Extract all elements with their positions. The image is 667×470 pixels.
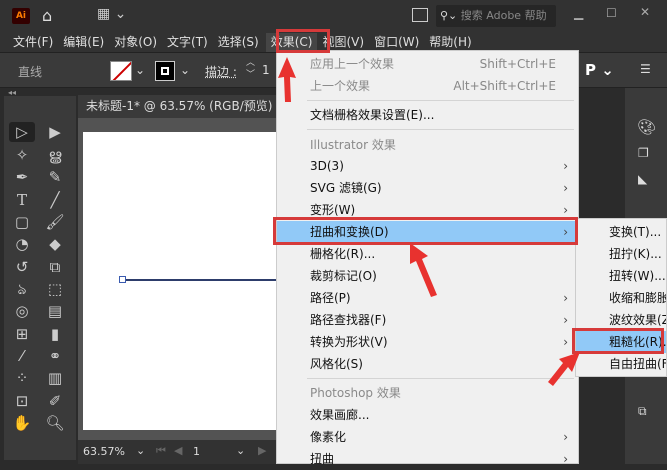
annotation-arrows [278, 57, 580, 386]
arrow-icon [278, 57, 580, 386]
